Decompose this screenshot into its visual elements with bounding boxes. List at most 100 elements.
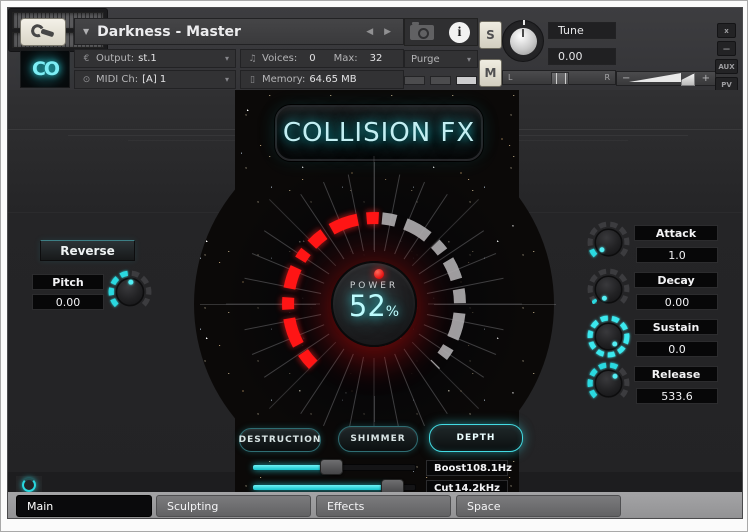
power-knob[interactable]: POWER 52%: [331, 261, 417, 347]
purge-caret-icon: ▾: [466, 54, 471, 64]
cut-label: Cut: [434, 482, 454, 493]
sustain-value[interactable]: 0.0: [636, 341, 718, 357]
boost-slider-handle[interactable]: [320, 459, 343, 475]
attack-knob[interactable]: [586, 220, 631, 265]
purge-indicator-bars: [404, 75, 478, 85]
output-selector[interactable]: € Output: st.1 ▾: [74, 49, 236, 68]
purge-menu[interactable]: Purge ▾: [404, 50, 478, 68]
wrench-button[interactable]: [20, 18, 66, 46]
wrench-icon: [29, 22, 56, 43]
decay-label: Decay: [634, 272, 718, 288]
tune-knob[interactable]: [502, 20, 544, 62]
power-unit: %: [385, 304, 400, 320]
plugin-title: COLLISION FX: [282, 118, 476, 148]
plugin-title-badge: COLLISION FX: [275, 105, 483, 161]
header-bar: CO ▼ Darkness - Master ◀ ▶ € Output: st.…: [8, 8, 742, 92]
midi-label: MIDI Ch:: [96, 74, 139, 85]
memory-value: 64.65 MB: [309, 74, 357, 85]
camera-icon[interactable]: [410, 21, 434, 40]
logo-text: CO: [31, 58, 60, 80]
close-button[interactable]: x: [717, 23, 736, 38]
page-tab-bar: Main Sculpting Effects Space: [8, 492, 742, 518]
decay-value[interactable]: 0.00: [636, 294, 718, 310]
destruction-button[interactable]: DESTRUCTION: [239, 428, 321, 452]
instrument-logo: CO: [20, 50, 70, 88]
window-frame: CO ▼ Darkness - Master ◀ ▶ € Output: st.…: [0, 0, 748, 532]
pitch-value[interactable]: 0.00: [32, 294, 104, 310]
snapshot-info-group: i: [404, 18, 478, 46]
sustain-label: Sustain: [634, 319, 718, 335]
power-knob-indicator-dot: [374, 269, 384, 279]
boost-label: Boost: [434, 462, 467, 474]
pan-slider[interactable]: L R: [502, 70, 616, 85]
midi-caret-icon: ▾: [224, 75, 229, 84]
solo-button[interactable]: S: [479, 21, 502, 49]
volume-handle[interactable]: [681, 73, 695, 86]
tune-knob-tick: [523, 20, 525, 25]
cut-value: 14.2kHz: [454, 482, 500, 493]
indicator-bar: [456, 75, 477, 85]
attack-label: Attack: [634, 225, 718, 241]
voices-icon: ♫: [248, 53, 257, 64]
pan-handle[interactable]: [551, 72, 569, 85]
aux-button[interactable]: AUX: [715, 59, 738, 74]
release-label: Release: [634, 366, 718, 382]
instrument-title: Darkness - Master: [97, 23, 241, 40]
voices-max-value: 32: [369, 53, 383, 64]
tab-space[interactable]: Space: [456, 495, 621, 517]
volume-slider[interactable]: − +: [616, 71, 716, 86]
loop-icon: [22, 477, 36, 492]
memory-display: ▯ Memory: 64.65 MB: [240, 70, 404, 89]
pitch-label: Pitch: [32, 274, 104, 290]
tab-effects[interactable]: Effects: [316, 495, 451, 517]
reverse-button[interactable]: Reverse: [40, 240, 135, 261]
cut-slider-handle[interactable]: [381, 479, 404, 492]
tab-main[interactable]: Main: [16, 495, 152, 517]
instrument-title-dropdown[interactable]: ▼ Darkness - Master ◀ ▶: [74, 18, 404, 45]
release-knob[interactable]: [586, 361, 631, 406]
voices-label: Voices:: [262, 53, 298, 64]
boost-slider-fill: [253, 465, 329, 470]
decay-knob[interactable]: [586, 267, 631, 312]
midi-value: [A] 1: [142, 74, 167, 85]
shimmer-button[interactable]: SHIMMER: [338, 426, 418, 452]
indicator-bar: [404, 75, 425, 85]
volume-plus-label: +: [701, 73, 710, 84]
voices-max-label: Max:: [333, 53, 358, 64]
cut-readout[interactable]: Cut 14.2kHz: [426, 480, 508, 492]
voices-value: 0: [309, 53, 316, 64]
midi-icon: ⊙: [82, 74, 91, 85]
main-panel: COLLISION FX POWER 52% Reverse Pitch 0.0…: [8, 90, 742, 492]
prev-next-arrows[interactable]: ◀ ▶: [366, 27, 395, 37]
output-icon: €: [83, 53, 90, 64]
dropdown-caret-icon: ▼: [83, 27, 90, 36]
memory-icon: ▯: [250, 74, 255, 85]
attack-value[interactable]: 1.0: [636, 247, 718, 263]
info-icon[interactable]: i: [449, 22, 470, 43]
sustain-knob[interactable]: [586, 314, 631, 359]
depth-button[interactable]: DEPTH: [429, 424, 523, 452]
mute-button[interactable]: M: [479, 59, 502, 87]
output-caret-icon: ▾: [224, 54, 229, 63]
pitch-knob[interactable]: [107, 269, 153, 315]
pan-left-label: L: [508, 73, 513, 82]
memory-label: Memory:: [262, 74, 306, 85]
cut-slider-fill: [253, 485, 390, 490]
volume-minus-label: −: [622, 73, 631, 84]
tune-label: Tune: [548, 22, 616, 39]
minimize-button[interactable]: —: [717, 41, 736, 56]
boost-value: 108.1Hz: [466, 462, 512, 474]
boost-readout[interactable]: Boost 108.1Hz: [426, 460, 512, 476]
tune-knob-cap: [509, 27, 537, 55]
kontakt-instrument: CO ▼ Darkness - Master ◀ ▶ € Output: st.…: [7, 7, 743, 519]
midi-channel-selector[interactable]: ⊙ MIDI Ch: [A] 1 ▾: [74, 70, 236, 89]
tab-sculpting[interactable]: Sculpting: [156, 495, 311, 517]
loop-toggle[interactable]: [16, 476, 42, 492]
output-value: st.1: [138, 53, 157, 64]
tune-value[interactable]: 0.00: [548, 48, 616, 65]
release-value[interactable]: 533.6: [636, 388, 718, 404]
voices-display: ♫ Voices: 0 Max: 32: [240, 49, 404, 68]
indicator-bar: [430, 75, 451, 85]
power-value: 52%: [348, 289, 400, 323]
volume-wedge: [629, 73, 681, 82]
